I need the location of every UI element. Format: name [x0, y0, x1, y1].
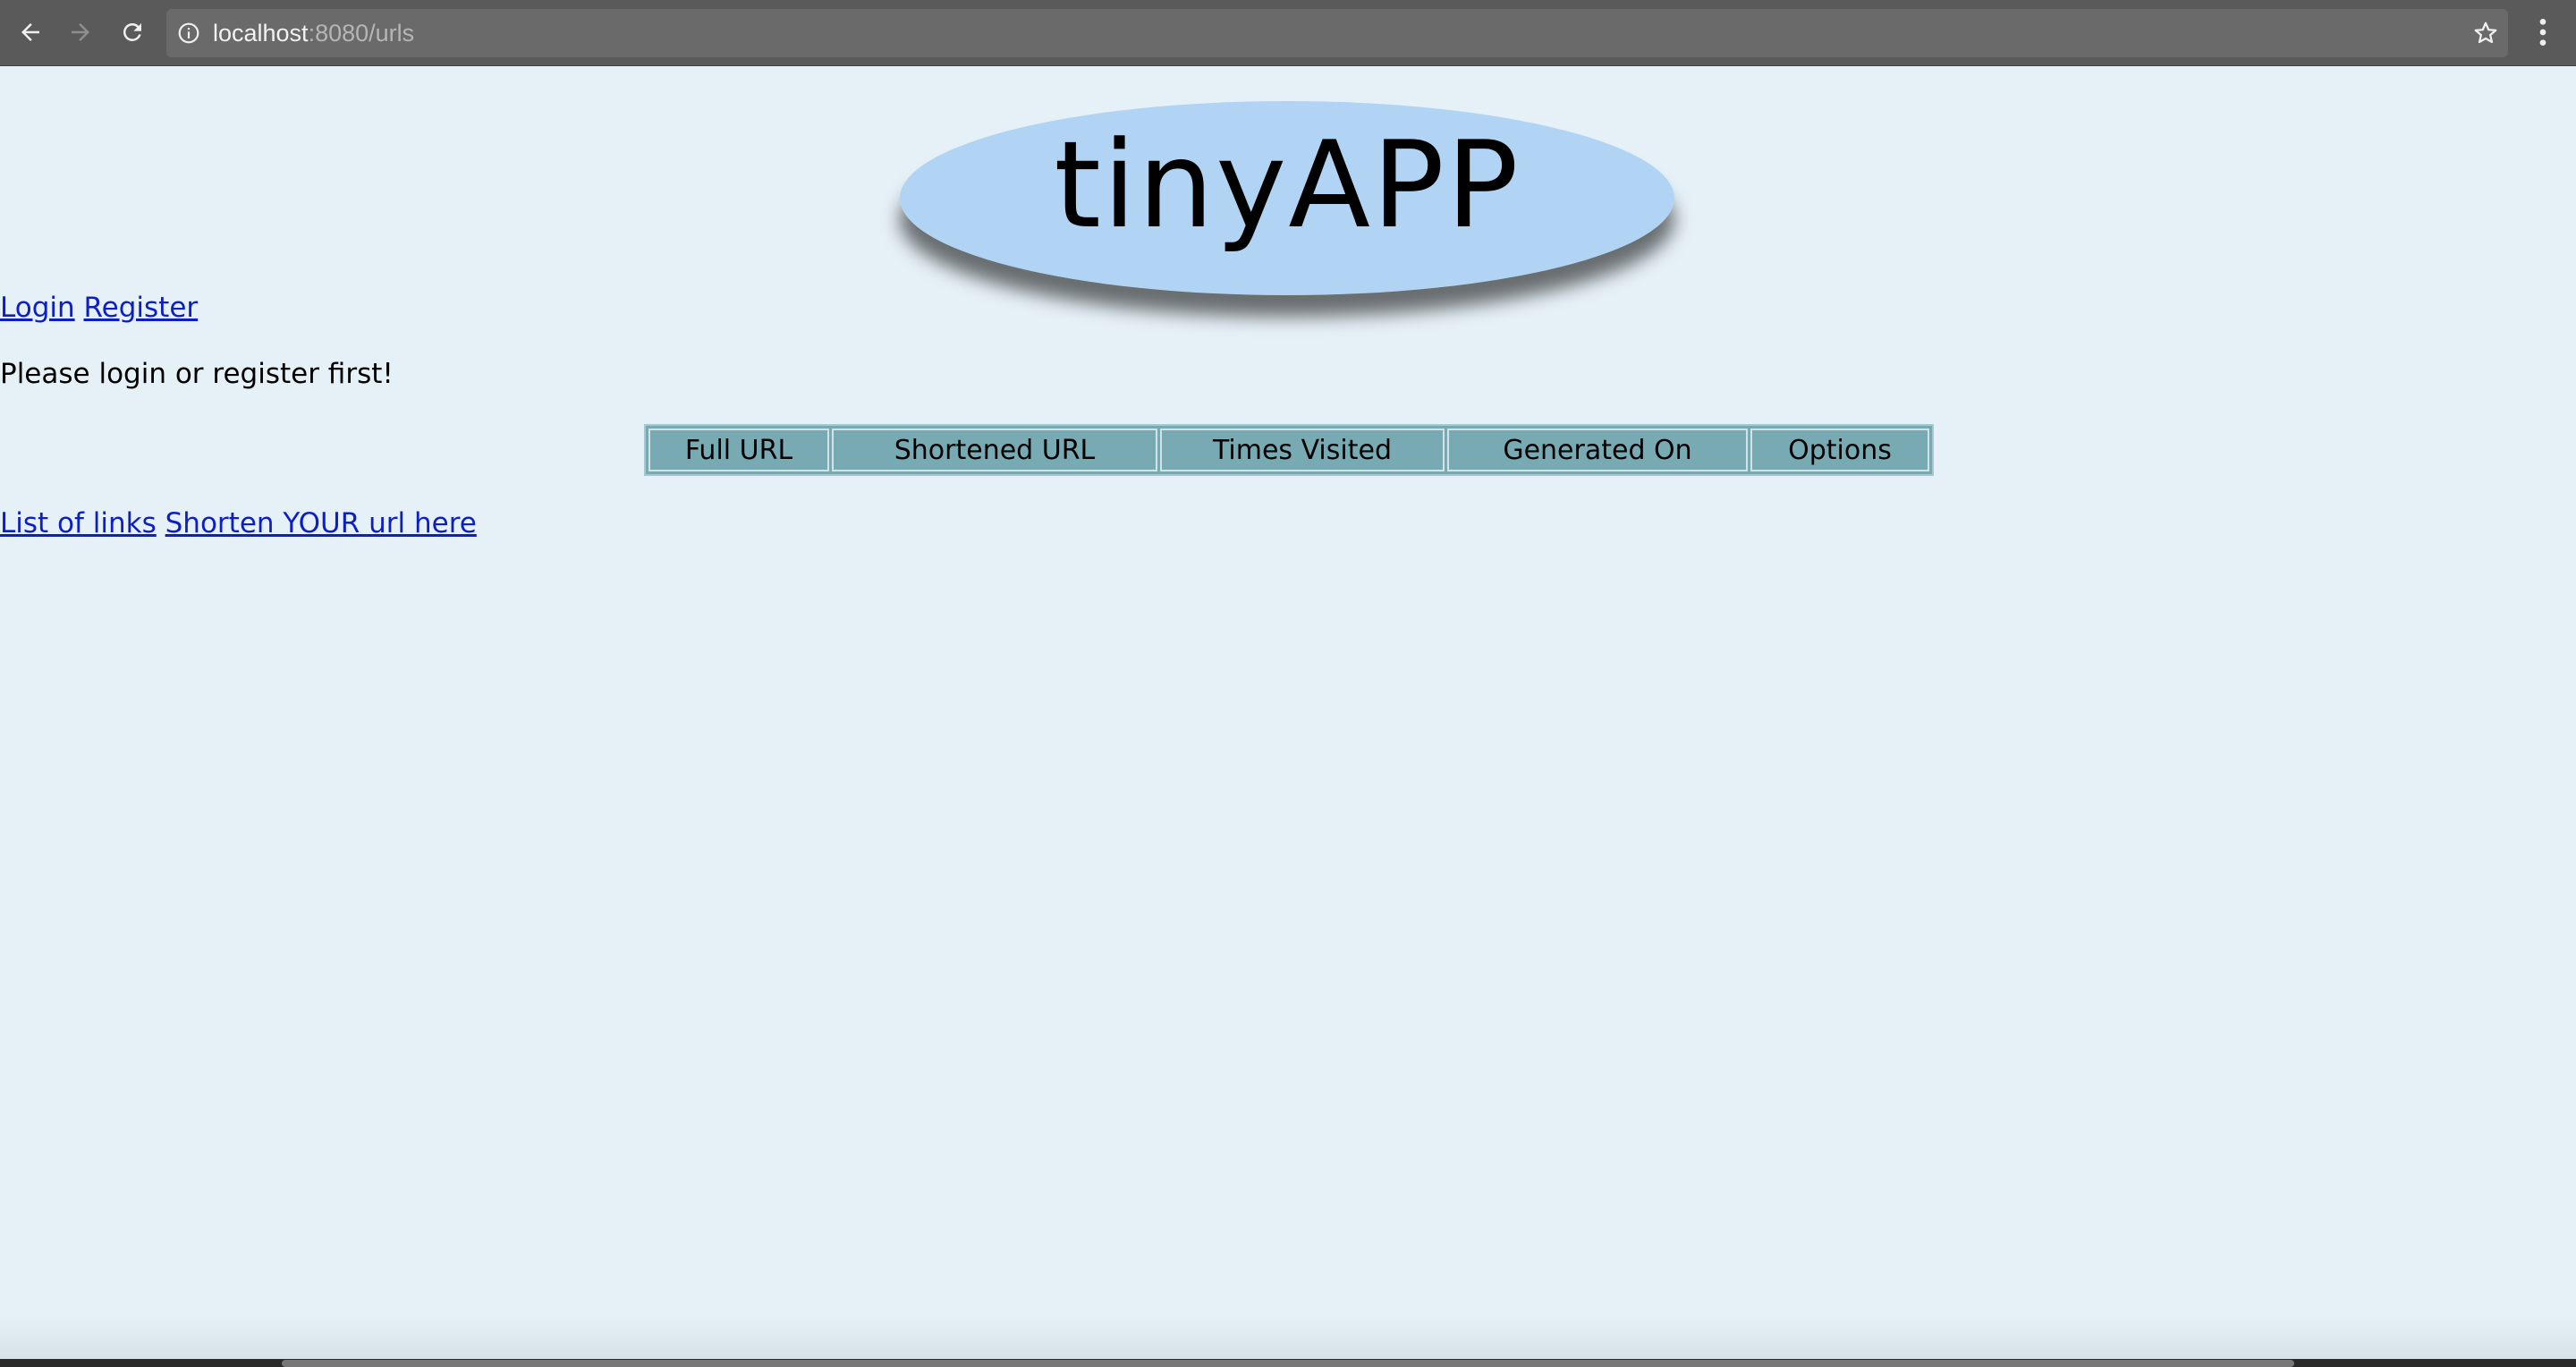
bottom-shadow	[0, 1315, 2576, 1360]
table-header-row: Full URL Shortened URL Times Visited Gen…	[648, 429, 1929, 471]
list-of-links-link[interactable]: List of links	[0, 507, 157, 539]
register-link[interactable]: Register	[84, 292, 199, 324]
logo-banner: tinyAPP	[900, 101, 1674, 295]
browser-toolbar: localhost:8080/urls	[0, 0, 2576, 66]
url-host: localhost	[213, 20, 309, 47]
login-link[interactable]: Login	[0, 292, 75, 324]
column-header-full-url: Full URL	[648, 429, 829, 471]
forward-button[interactable]	[63, 14, 98, 50]
reload-icon	[123, 22, 141, 41]
auth-links: Login Register	[0, 292, 198, 324]
star-icon[interactable]	[2472, 20, 2499, 47]
forward-arrow-icon	[72, 23, 89, 41]
horizontal-scrollbar-thumb[interactable]	[282, 1360, 2294, 1367]
reload-button[interactable]	[114, 14, 150, 50]
footer-links: List of links Shorten YOUR url here	[0, 507, 477, 539]
back-arrow-icon	[21, 23, 39, 41]
back-button[interactable]	[13, 14, 48, 50]
column-header-shortened-url: Shortened URL	[832, 429, 1157, 471]
kebab-menu-icon[interactable]	[2529, 14, 2556, 50]
column-header-times-visited: Times Visited	[1160, 429, 1445, 471]
column-header-generated-on: Generated On	[1447, 429, 1748, 471]
column-header-options: Options	[1750, 429, 1929, 471]
logo-text: tinyAPP	[1054, 115, 1521, 255]
login-notice: Please login or register first!	[0, 358, 394, 390]
url-text[interactable]: localhost:8080/urls	[213, 9, 414, 57]
urls-table: Full URL Shortened URL Times Visited Gen…	[644, 424, 1934, 476]
shorten-url-link[interactable]: Shorten YOUR url here	[165, 507, 477, 539]
url-path: :8080/urls	[308, 20, 415, 47]
info-icon[interactable]	[177, 21, 200, 45]
address-bar[interactable]: localhost:8080/urls	[166, 9, 2508, 57]
